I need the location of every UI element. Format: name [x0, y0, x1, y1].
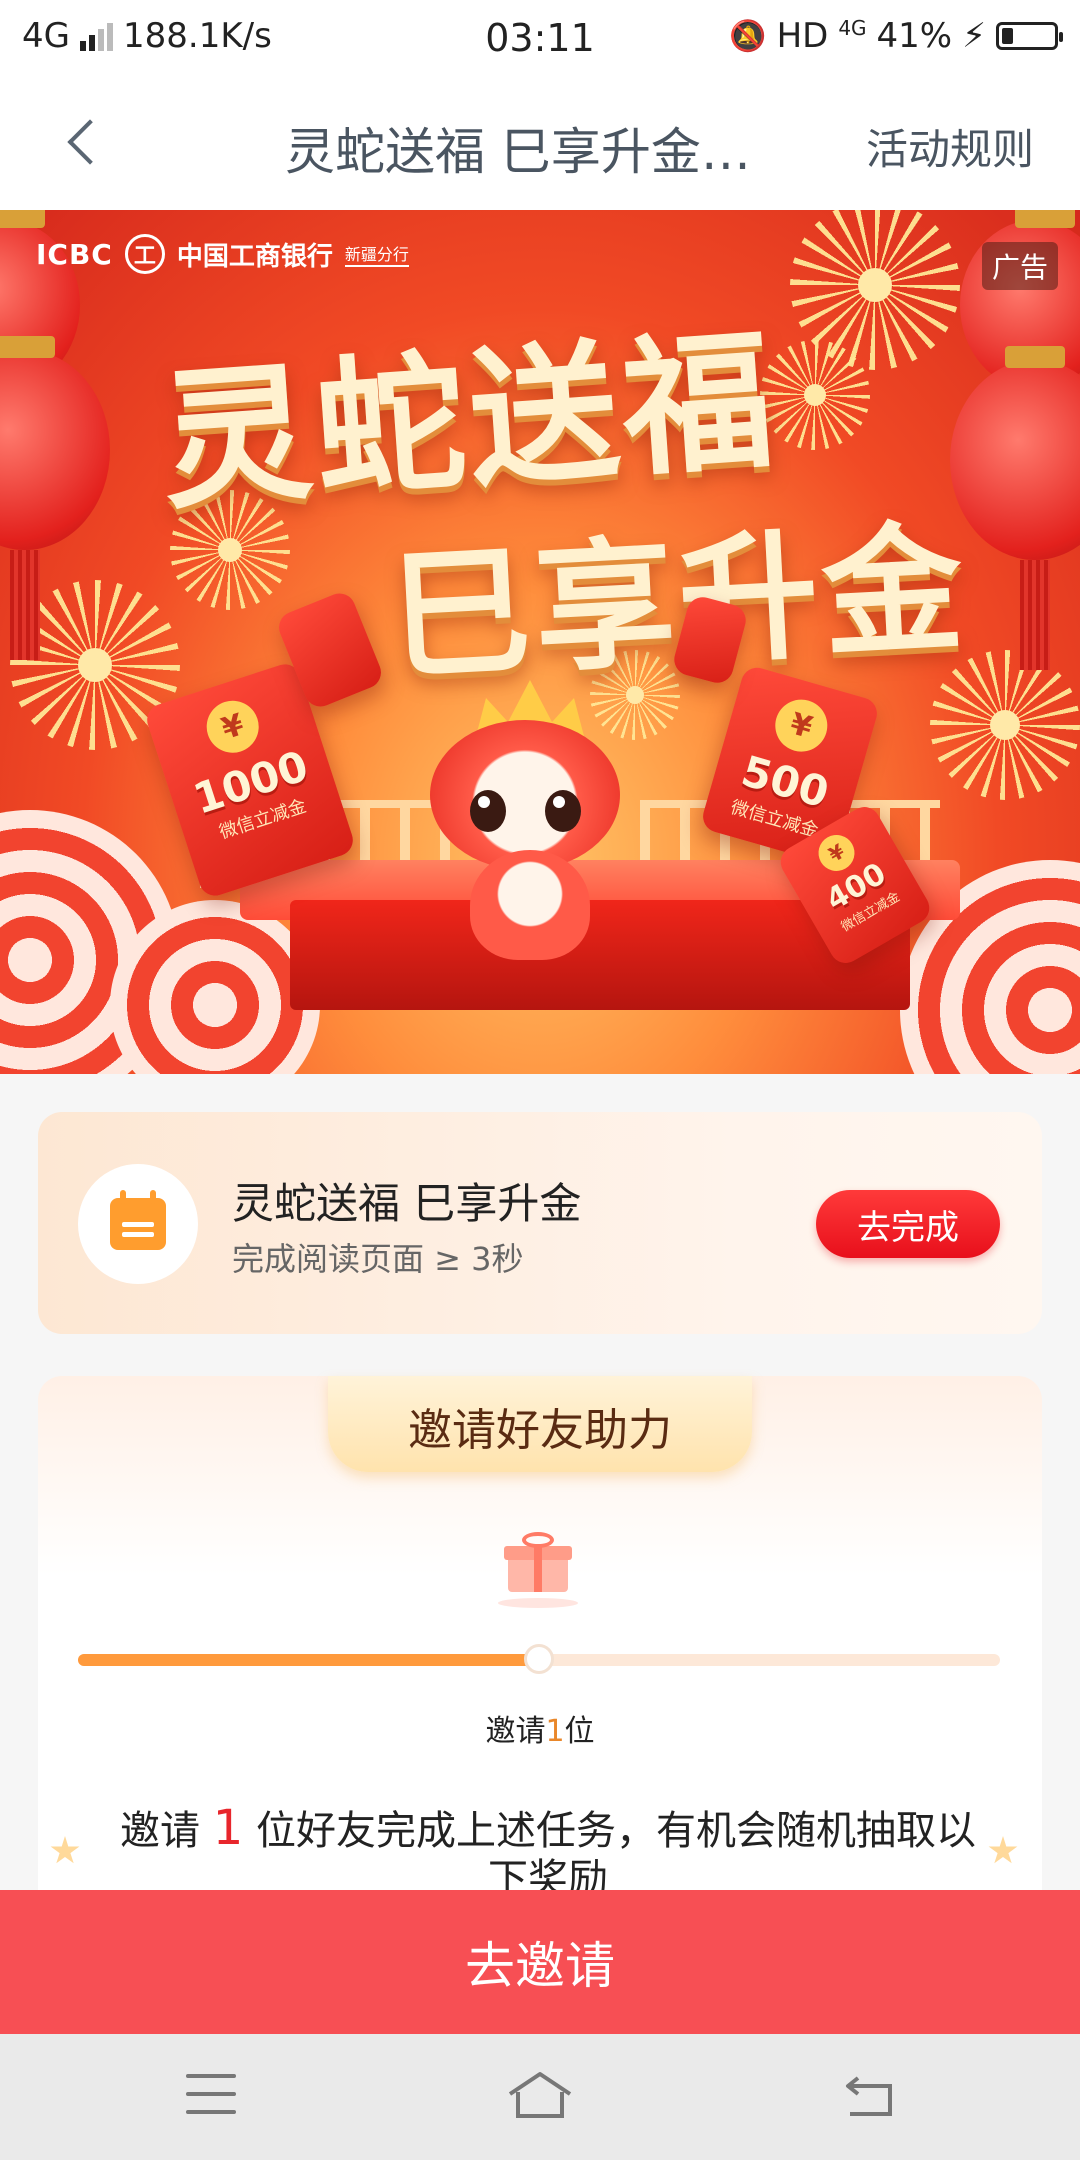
- hd-label: HD: [776, 16, 829, 56]
- mascot-eye: [470, 790, 506, 832]
- complete-task-button[interactable]: 去完成: [816, 1190, 1000, 1258]
- invite-desc-suffix: 位好友完成上述任务，有机会随机抽取以下奖励: [255, 1808, 976, 1902]
- mute-bell-icon: 🔕: [729, 18, 767, 54]
- network-4g-label: 4G: [838, 16, 867, 40]
- icbc-logo-icon: 工: [124, 234, 165, 274]
- mascot-eye: [545, 790, 581, 832]
- milestone-count: 1: [545, 1714, 565, 1749]
- status-right: 🔕 HD 4G 41% ⚡: [729, 16, 1063, 56]
- battery-icon: [996, 22, 1063, 50]
- invite-friends-button[interactable]: 去邀请: [0, 1890, 1080, 2034]
- progress-milestone-label: 邀请1位: [38, 1706, 1042, 1750]
- invite-desc-count: 1: [212, 1800, 244, 1856]
- invite-card: 邀请好友助力 邀请1位 邀请 1 位好友完成上述任务，有机会随机抽取以下奖励: [38, 1376, 1042, 1902]
- yuan-coin-icon: ¥: [199, 693, 266, 760]
- star-decoration: [50, 1836, 80, 1864]
- star-decoration: [988, 1836, 1018, 1864]
- task-card: 灵蛇送福 巳享升金 完成阅读页面 ≥ 3秒 去完成: [38, 1112, 1042, 1334]
- invite-header-title: 邀请好友助力: [408, 1405, 672, 1456]
- milestone-suffix: 位: [564, 1714, 595, 1749]
- status-bar: 4G 188.1K/s 03:11 🔕 HD 4G 41% ⚡: [0, 0, 1080, 74]
- snake-mascot: [420, 650, 650, 960]
- mascot-body: [470, 850, 590, 960]
- battery-percent: 41%: [876, 16, 953, 56]
- gift-shadow: [498, 1598, 578, 1608]
- invite-progress-bar: [78, 1644, 1000, 1674]
- promo-banner[interactable]: ICBC 工 中国工商银行 新疆分行 广告 灵蛇送福 巳享升金 ¥ 1000 微…: [0, 210, 1080, 1074]
- system-nav-bar: [0, 2034, 1080, 2160]
- bank-abbr: ICBC: [36, 237, 113, 271]
- calendar-icon: [110, 1190, 166, 1250]
- invite-header-ribbon: 邀请好友助力: [328, 1376, 752, 1472]
- gift-icon: [504, 1532, 572, 1592]
- task-description: 完成阅读页面 ≥ 3秒: [232, 1240, 524, 1278]
- invite-progress-fill: [78, 1654, 539, 1666]
- ad-badge: 广告: [981, 242, 1058, 290]
- yuan-coin-icon: ¥: [769, 693, 834, 758]
- chevron-left-icon[interactable]: [60, 114, 120, 174]
- bank-name: 中国工商银行: [176, 241, 333, 272]
- invite-description: 邀请 1 位好友完成上述任务，有机会随机抽取以下奖励: [118, 1804, 978, 1903]
- lantern-decoration: [0, 336, 110, 660]
- home-icon[interactable]: [506, 2070, 574, 2120]
- task-icon-wrapper: [78, 1164, 198, 1284]
- charging-icon: ⚡: [962, 16, 986, 56]
- activity-rules-link[interactable]: 活动规则: [866, 116, 1034, 177]
- bank-branch: 新疆分行: [344, 241, 409, 267]
- nav-bar: 灵蛇送福 巳享升金… 活动规则: [0, 74, 1080, 210]
- page-title: 灵蛇送福 巳享升金…: [285, 123, 751, 181]
- lantern-decoration: [950, 346, 1080, 670]
- menu-icon[interactable]: [186, 2074, 236, 2114]
- invite-desc-prefix: 邀请: [120, 1808, 200, 1854]
- mascot-head: [430, 720, 620, 870]
- milestone-prefix: 邀请: [485, 1714, 546, 1749]
- bank-logo: ICBC 工 中国工商银行 新疆分行: [36, 234, 409, 274]
- progress-milestone-knob: [524, 1644, 554, 1674]
- battery-fill: [1002, 28, 1014, 44]
- back-icon[interactable]: [842, 2072, 896, 2118]
- task-title: 灵蛇送福 巳享升金: [232, 1179, 582, 1228]
